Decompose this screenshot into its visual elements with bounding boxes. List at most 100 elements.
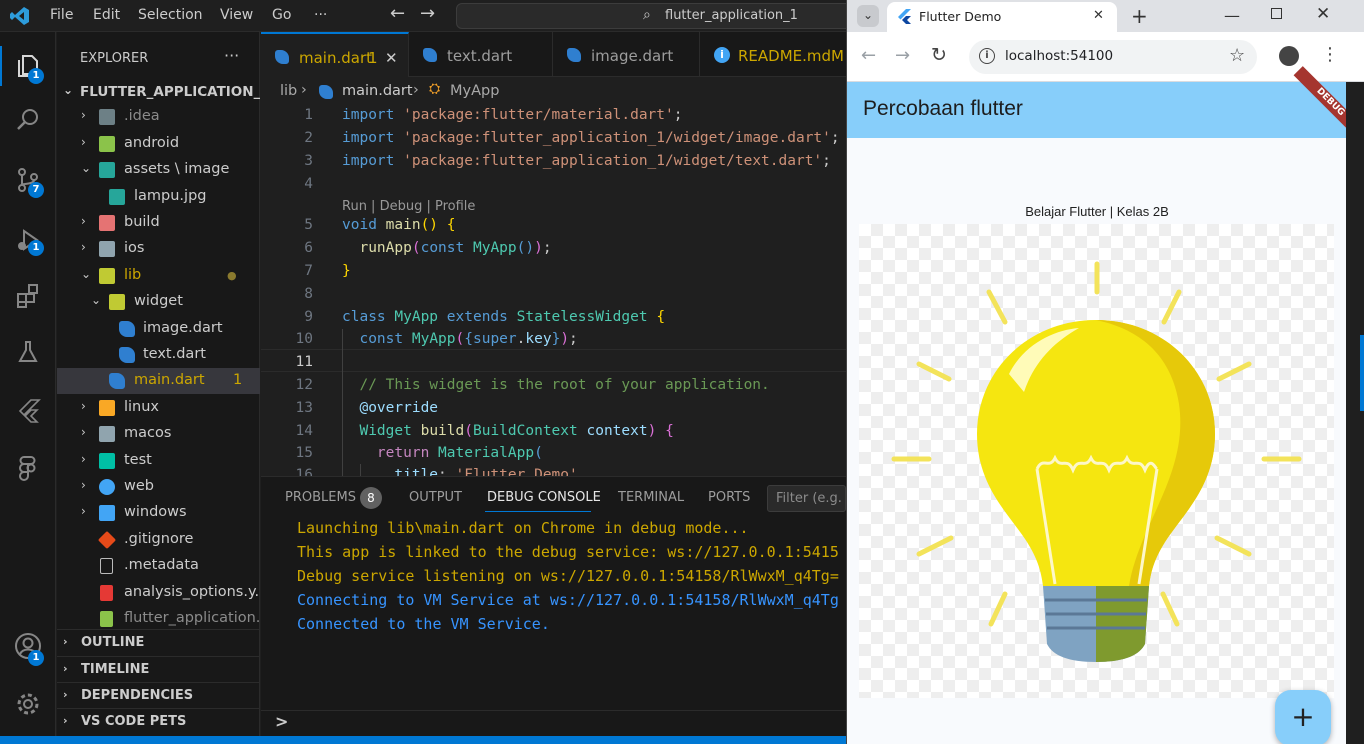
address-bar[interactable]: i localhost:54100 ☆ — [969, 40, 1257, 74]
breadcrumb-file[interactable]: main.dart — [342, 83, 413, 99]
run-badge: 1 — [28, 240, 44, 256]
android-folder-icon — [99, 136, 115, 152]
close-icon[interactable]: ✕ — [385, 49, 398, 67]
tab-text-dart[interactable]: text.dart — [409, 32, 553, 77]
tree-item-main-dart[interactable]: main.dart 1 — [57, 368, 260, 394]
minimize-icon[interactable]: — — [1224, 6, 1240, 25]
tab-readme[interactable]: i README.md M — [700, 32, 846, 77]
git-file-icon — [97, 530, 117, 550]
search-icon[interactable] — [12, 104, 44, 136]
code-editor[interactable]: 1 2 3 4 5 6 7 8 9 10 11 12 13 14 15 16 i… — [261, 104, 846, 476]
section-label: DEPENDENCIES — [81, 688, 194, 703]
panel-tab-debug-console[interactable]: DEBUG CONSOLE — [487, 490, 601, 505]
menu-view[interactable]: View — [220, 7, 253, 23]
panel-tab-ports[interactable]: PORTS — [708, 490, 750, 505]
line-number: 12 — [295, 377, 313, 393]
tree-item-text-dart[interactable]: text.dart — [57, 342, 260, 368]
explorer-title: EXPLORER — [80, 51, 149, 66]
close-window-icon[interactable]: ✕ — [1316, 4, 1330, 24]
tab-main-dart[interactable]: main.dart 1 ✕ — [261, 32, 409, 77]
menu-file[interactable]: File — [50, 7, 73, 23]
panel-tab-output[interactable]: OUTPUT — [409, 490, 462, 505]
menu-more[interactable]: ··· — [314, 7, 327, 23]
tree-item-label: test — [124, 452, 152, 468]
panel-tab-terminal[interactable]: TERMINAL — [618, 490, 684, 505]
add-floating-action-button[interactable]: + — [1275, 690, 1331, 744]
tree-item-image-dart[interactable]: image.dart — [57, 316, 260, 342]
maximize-icon[interactable] — [1271, 8, 1282, 19]
menu-edit[interactable]: Edit — [93, 7, 120, 23]
editor-tabs: main.dart 1 ✕ text.dart image.dart i REA… — [261, 32, 846, 77]
tree-item-web[interactable]: › web — [57, 474, 260, 500]
more-menu-icon[interactable]: ⋮ — [1321, 44, 1339, 65]
chevron-down-icon: ⌄ — [63, 83, 74, 97]
back-arrow-icon[interactable]: ← — [390, 3, 405, 24]
tree-item-label: ios — [124, 240, 145, 256]
assets-folder-icon — [99, 162, 115, 178]
menu-selection[interactable]: Selection — [138, 7, 203, 23]
tree-item-label: text.dart — [143, 346, 206, 362]
extensions-icon[interactable] — [12, 280, 44, 312]
modified-dot: ● — [227, 269, 237, 282]
dart-file-icon — [109, 373, 125, 389]
gear-icon[interactable] — [12, 688, 44, 720]
menu-go[interactable]: Go — [272, 7, 291, 23]
code-line-5: void main() { — [342, 217, 456, 233]
profile-avatar-icon[interactable] — [1279, 46, 1299, 66]
new-tab-icon[interactable]: + — [1131, 4, 1148, 28]
forward-arrow-icon[interactable]: → — [420, 3, 435, 24]
tree-item-assets[interactable]: ⌄ assets \ image — [57, 157, 260, 183]
forward-arrow-icon[interactable]: → — [895, 45, 910, 66]
section-dependencies[interactable]: › DEPENDENCIES — [57, 682, 260, 708]
figma-icon[interactable] — [12, 452, 44, 484]
breadcrumb-folder[interactable]: lib — [280, 83, 297, 99]
codelens-run-debug-profile[interactable]: Run | Debug | Profile — [342, 199, 475, 214]
tree-item-windows[interactable]: › windows — [57, 500, 260, 526]
code-line-2: import 'package:flutter_application_1/wi… — [342, 130, 840, 146]
tree-item-lampu[interactable]: lampu.jpg — [57, 184, 260, 210]
tree-item-widget[interactable]: ⌄ widget — [57, 289, 260, 315]
dart-file-icon — [567, 48, 581, 62]
chevron-right-icon: › — [81, 108, 86, 122]
tab-search-chevron-icon[interactable]: ⌄ — [857, 5, 879, 27]
testing-flask-icon[interactable] — [12, 336, 44, 368]
panel-tab-problems[interactable]: PROBLEMS — [285, 490, 356, 505]
tree-item-macos[interactable]: › macos — [57, 421, 260, 447]
workspace-root[interactable]: ⌄ FLUTTER_APPLICATION_1 — [57, 79, 260, 105]
bookmark-star-icon[interactable]: ☆ — [1229, 45, 1245, 66]
section-timeline[interactable]: › TIMELINE — [57, 656, 260, 682]
back-arrow-icon[interactable]: ← — [861, 45, 876, 66]
close-tab-icon[interactable]: ✕ — [1093, 8, 1104, 23]
command-center-search[interactable]: ⌕ flutter_application_1 — [456, 3, 876, 29]
tab-image-dart[interactable]: image.dart — [553, 32, 700, 77]
lib-folder-icon — [99, 268, 115, 284]
browser-tab-strip: ⌄ Flutter Demo ✕ + — ✕ — [847, 0, 1364, 32]
line-number: 6 — [304, 240, 313, 256]
console-filter-input[interactable]: Filter (e.g. t — [767, 485, 846, 512]
console-input-prompt[interactable]: > — [275, 712, 288, 731]
tree-item-label: lampu.jpg — [134, 188, 207, 204]
tree-item-test[interactable]: › test — [57, 448, 260, 474]
flutter-icon[interactable] — [12, 394, 44, 426]
site-info-icon[interactable]: i — [979, 48, 995, 64]
tree-item-metadata[interactable]: .metadata — [57, 553, 260, 579]
reload-icon[interactable]: ↻ — [931, 44, 947, 66]
tree-item-lib[interactable]: ⌄ lib ● — [57, 263, 260, 289]
tree-item-gitignore[interactable]: .gitignore — [57, 527, 260, 553]
tree-item-linux[interactable]: › linux — [57, 395, 260, 421]
flutter-logo-icon — [897, 9, 912, 24]
breadcrumb-symbol[interactable]: MyApp — [450, 83, 499, 99]
tree-item-android[interactable]: › android — [57, 131, 260, 157]
active-tab-underline — [485, 511, 591, 512]
tree-item-ios[interactable]: › ios — [57, 236, 260, 262]
tree-item-label: image.dart — [143, 320, 223, 336]
browser-tab-flutter-demo[interactable]: Flutter Demo ✕ — [887, 2, 1117, 32]
section-outline[interactable]: › OUTLINE — [57, 629, 260, 655]
tree-item-build[interactable]: › build — [57, 210, 260, 236]
section-vscode-pets[interactable]: › VS CODE PETS — [57, 708, 260, 734]
tree-item-analysis-options[interactable]: analysis_options.y... — [57, 580, 260, 606]
iml-file-icon — [100, 611, 113, 627]
explorer-more-button[interactable]: ··· — [224, 46, 239, 65]
tree-item-idea[interactable]: › .idea — [57, 104, 260, 130]
section-label: OUTLINE — [81, 635, 145, 650]
